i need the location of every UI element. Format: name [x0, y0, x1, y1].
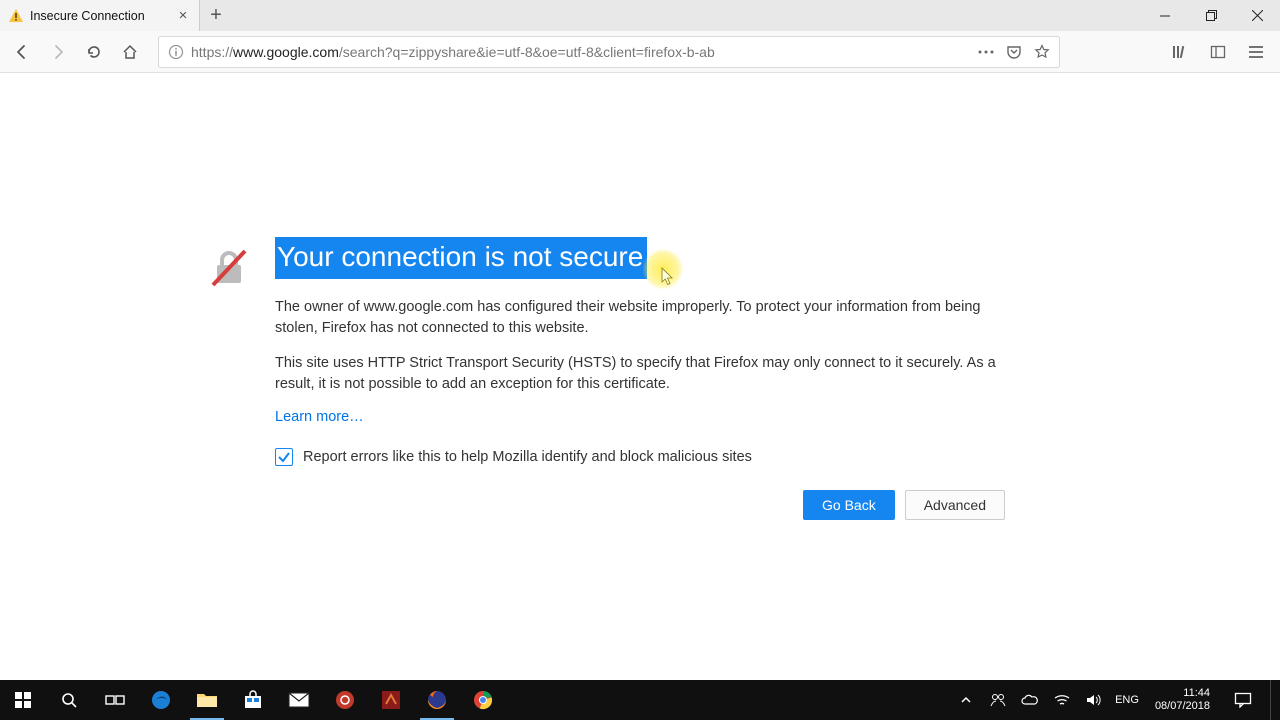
task-view-button[interactable] [92, 680, 138, 720]
pocket-icon[interactable] [1003, 41, 1025, 63]
warning-favicon-icon [8, 8, 24, 24]
window-minimize-button[interactable] [1142, 0, 1188, 31]
search-button[interactable] [46, 680, 92, 720]
url-path: /search?q=zippyshare&ie=utf-8&oe=utf-8&c… [339, 44, 715, 60]
taskbar-chrome-icon[interactable] [460, 680, 506, 720]
bookmark-star-icon[interactable] [1031, 41, 1053, 63]
cursor-highlight [643, 249, 683, 289]
tab-title: Insecure Connection [30, 9, 175, 23]
taskbar-firefox-icon[interactable] [414, 680, 460, 720]
url-text: https://www.google.com/search?q=zippysha… [191, 44, 969, 60]
tray-network-icon[interactable] [1051, 680, 1073, 720]
taskbar-app-icon-1[interactable] [322, 680, 368, 720]
back-button[interactable] [6, 36, 38, 68]
start-button[interactable] [0, 680, 46, 720]
action-center-icon[interactable] [1226, 680, 1260, 720]
taskbar-mail-icon[interactable] [276, 680, 322, 720]
window-restore-button[interactable] [1188, 0, 1234, 31]
browser-tab[interactable]: Insecure Connection × [0, 0, 200, 31]
learn-more-link[interactable]: Learn more… [275, 409, 364, 425]
app-menu-button[interactable] [1240, 36, 1272, 68]
window-close-button[interactable] [1234, 0, 1280, 31]
forward-button[interactable] [42, 36, 74, 68]
taskbar-store-icon[interactable] [230, 680, 276, 720]
report-errors-checkbox[interactable] [275, 448, 293, 466]
site-identity-icon[interactable] [165, 41, 187, 63]
navigation-toolbar: https://www.google.com/search?q=zippysha… [0, 31, 1280, 73]
tab-close-button[interactable]: × [175, 8, 191, 24]
error-paragraph-2: This site uses HTTP Strict Transport Sec… [275, 353, 1015, 395]
titlebar: Insecure Connection × + [0, 0, 1280, 31]
tray-onedrive-icon[interactable] [1019, 680, 1041, 720]
url-proto: https:// [191, 44, 233, 60]
home-button[interactable] [114, 36, 146, 68]
taskbar-app-icon-2[interactable] [368, 680, 414, 720]
error-heading: Your connection is not secure [275, 237, 647, 279]
tray-volume-icon[interactable] [1083, 680, 1105, 720]
insecure-lock-icon [205, 243, 253, 296]
tray-language[interactable]: ENG [1115, 694, 1139, 706]
page-content: Your connection is not secure The owner … [0, 73, 1280, 680]
go-back-button[interactable]: Go Back [803, 490, 895, 520]
tray-clock[interactable]: 11:44 08/07/2018 [1149, 687, 1216, 712]
show-desktop-button[interactable] [1270, 680, 1276, 720]
new-tab-button[interactable]: + [202, 1, 230, 29]
advanced-button[interactable]: Advanced [905, 490, 1005, 520]
tray-time: 11:44 [1155, 687, 1210, 700]
report-errors-label: Report errors like this to help Mozilla … [303, 449, 752, 465]
mouse-cursor-icon [661, 267, 675, 287]
taskbar-edge-icon[interactable] [138, 680, 184, 720]
tray-date: 08/07/2018 [1155, 700, 1210, 713]
tray-overflow-icon[interactable] [955, 680, 977, 720]
window-controls [1142, 0, 1280, 31]
url-host: www.google.com [233, 44, 339, 60]
tray-people-icon[interactable] [987, 680, 1009, 720]
windows-taskbar: ENG 11:44 08/07/2018 [0, 680, 1280, 720]
error-paragraph-1: The owner of www.google.com has configur… [275, 297, 1015, 339]
page-actions-button[interactable] [975, 41, 997, 63]
library-icon[interactable] [1164, 36, 1196, 68]
reload-button[interactable] [78, 36, 110, 68]
system-tray: ENG 11:44 08/07/2018 [955, 680, 1280, 720]
url-bar[interactable]: https://www.google.com/search?q=zippysha… [158, 36, 1060, 68]
taskbar-file-explorer-icon[interactable] [184, 680, 230, 720]
sidebar-icon[interactable] [1202, 36, 1234, 68]
